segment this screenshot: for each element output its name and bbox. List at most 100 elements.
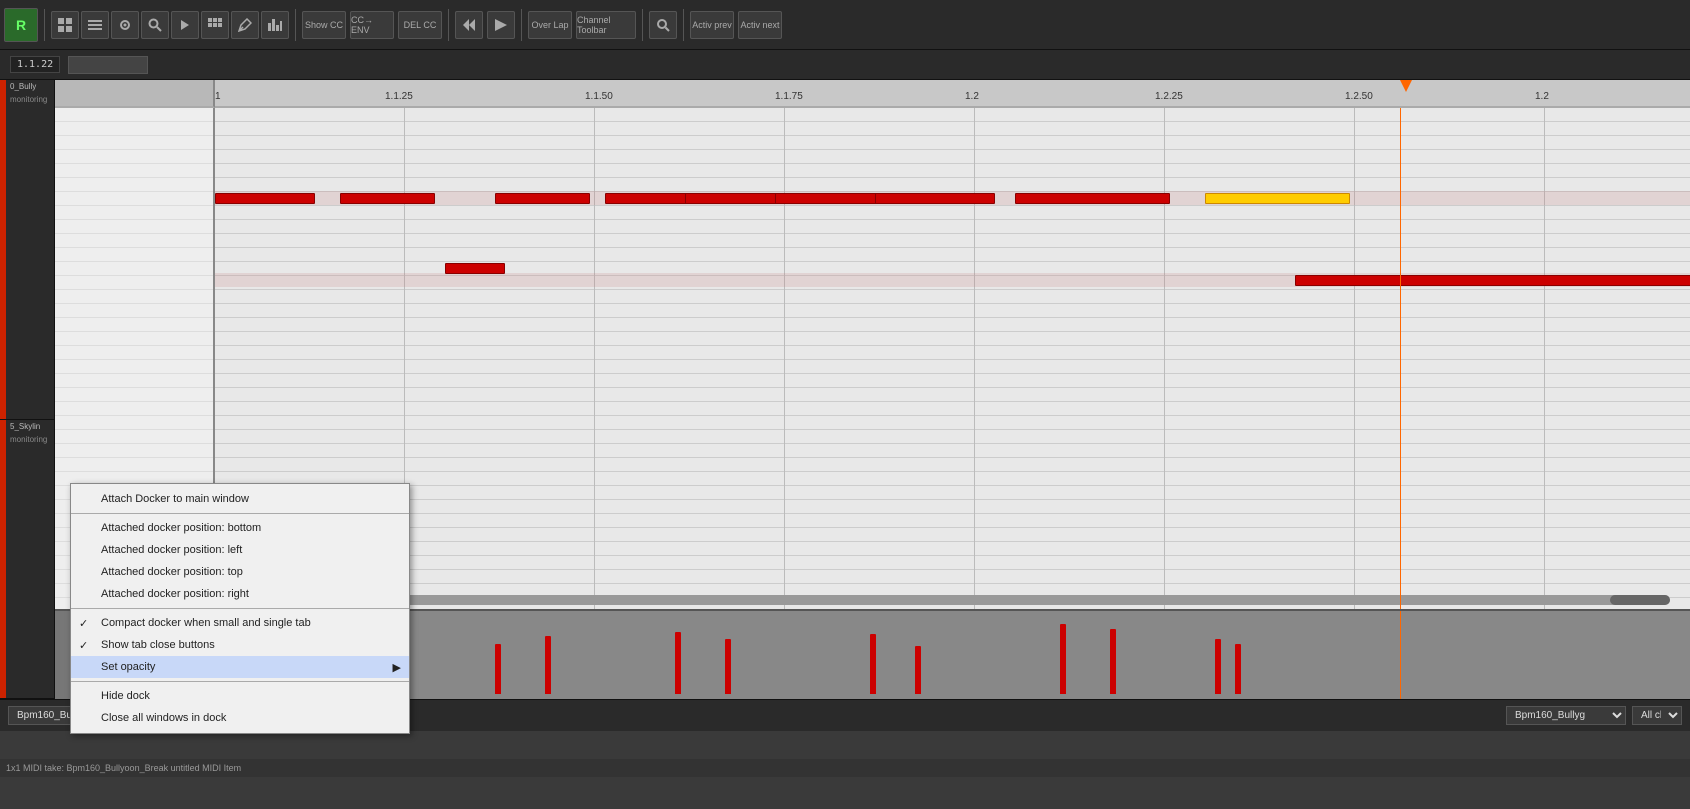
position-bar: 1.1.22 <box>0 50 1690 80</box>
set-opacity-arrow: ▶ <box>393 661 401 674</box>
activ-next-label: Activ next <box>740 20 779 30</box>
show-cc-btn[interactable]: Show CC <box>302 11 346 39</box>
piano-corner <box>55 80 215 108</box>
midi-note-lower-1[interactable] <box>445 263 505 274</box>
scrollbar-track[interactable] <box>215 595 1670 605</box>
context-menu-attach-docker[interactable]: Attach Docker to main window <box>71 488 409 510</box>
vel-bar-9 <box>1060 624 1066 694</box>
context-menu-attach-docker-label: Attach Docker to main window <box>101 493 249 505</box>
toolbar-sep-4 <box>521 9 522 41</box>
context-menu-compact[interactable]: ✓ Compact docker when small and single t… <box>71 612 409 634</box>
midi-note-8[interactable] <box>1015 193 1170 204</box>
context-menu-pos-top[interactable]: Attached docker position: top <box>71 561 409 583</box>
context-menu-close-all-label: Close all windows in dock <box>101 712 226 724</box>
context-menu-pos-left[interactable]: Attached docker position: left <box>71 539 409 561</box>
settings-icon[interactable] <box>111 11 139 39</box>
main-toolbar: R Show CC <box>0 0 1690 50</box>
status-text: 1x1 MIDI take: Bpm160_Bullyoon_Break unt… <box>6 763 241 773</box>
magnify-icon[interactable] <box>649 11 677 39</box>
position-input[interactable] <box>68 56 148 74</box>
activ-prev-label: Activ prev <box>692 20 732 30</box>
velocity-bars-area[interactable] <box>215 611 1690 699</box>
pencil-icon[interactable] <box>231 11 259 39</box>
midi-note-2[interactable] <box>340 193 435 204</box>
toolbar-sep-2 <box>295 9 296 41</box>
cc-env-label: CC→ ENV <box>351 15 393 35</box>
grid-v-lines <box>215 108 1690 609</box>
context-menu-hide-dock-label: Hide dock <box>101 690 150 702</box>
activ-prev-icon[interactable]: Activ prev <box>690 11 734 39</box>
context-menu-close-all[interactable]: Close all windows in dock <box>71 707 409 729</box>
context-menu-show-tabs[interactable]: ✓ Show tab close buttons <box>71 634 409 656</box>
over-lap-btn[interactable]: Over Lap <box>528 11 572 39</box>
activ-next-icon[interactable]: Activ next <box>738 11 782 39</box>
compact-check: ✓ <box>79 617 88 630</box>
context-menu-show-tabs-label: Show tab close buttons <box>101 639 215 651</box>
vel-bar-6 <box>725 639 731 694</box>
ruler-mark-1250: 1.2.50 <box>1345 91 1373 102</box>
list-view-icon[interactable] <box>81 11 109 39</box>
over-lap-icon[interactable]: Over Lap <box>528 11 572 39</box>
midi-note-lower-2[interactable] <box>1295 275 1690 286</box>
ruler-mark-end: 1.2 <box>1535 91 1549 102</box>
over-lap-label: Over Lap <box>531 20 568 30</box>
track-2-monitoring: monitoring <box>0 433 54 446</box>
vel-bar-3 <box>495 644 501 694</box>
all-ch-dropdown[interactable]: All ch <box>1632 706 1682 725</box>
context-menu-sep-2 <box>71 608 409 609</box>
context-menu: Attach Docker to main window Attached do… <box>70 483 410 734</box>
track-2-name: 5_Skylin <box>0 420 54 433</box>
velocity-playhead-line <box>1400 611 1401 699</box>
grid-area[interactable] <box>215 108 1690 609</box>
show-tabs-check: ✓ <box>79 639 88 652</box>
all-channels-dropdown[interactable]: Bpm160_Bullyg <box>1506 706 1626 725</box>
context-menu-pos-right[interactable]: Attached docker position: right <box>71 583 409 605</box>
context-menu-hide-dock[interactable]: Hide dock <box>71 685 409 707</box>
channel-toolbar-icon[interactable]: Channel Toolbar <box>576 11 636 39</box>
toolbar-sep-6 <box>683 9 684 41</box>
vel-bar-7 <box>870 634 876 694</box>
vel-bar-12 <box>1235 644 1241 694</box>
bar-graph-icon[interactable] <box>261 11 289 39</box>
track-2-panel: 5_Skylin monitoring <box>0 420 54 699</box>
track-2-color-strip <box>0 420 6 698</box>
channel-toolbar-btn[interactable]: Channel Toolbar <box>576 11 636 39</box>
rewind-icon[interactable] <box>455 11 483 39</box>
midi-note-9-selected[interactable] <box>1205 193 1350 204</box>
ruler[interactable]: 1 1.1.25 1.1.50 1.1.75 1.2 1.2.25 1.2.50… <box>215 80 1690 108</box>
context-menu-pos-left-label: Attached docker position: left <box>101 544 242 556</box>
matrix-icon[interactable] <box>201 11 229 39</box>
scrollbar-thumb[interactable] <box>1610 595 1670 605</box>
search-icon[interactable] <box>141 11 169 39</box>
view-buttons <box>51 11 289 39</box>
toolbar-sep-5 <box>642 9 643 41</box>
del-cc-btn[interactable]: DEL CC <box>398 11 442 39</box>
position-display[interactable]: 1.1.22 <box>10 56 60 73</box>
show-cc-icon[interactable]: Show CC <box>302 11 346 39</box>
grid-view-icon[interactable] <box>51 11 79 39</box>
cc-env-btn[interactable]: CC→ ENV <box>350 11 394 39</box>
context-menu-sep-3 <box>71 681 409 682</box>
channel-toolbar-label: Channel Toolbar <box>577 15 635 35</box>
context-menu-pos-bottom-label: Attached docker position: bottom <box>101 522 261 534</box>
track-1-name: 0_Bully <box>0 80 54 93</box>
cc-env-icon[interactable]: CC→ ENV <box>350 11 394 39</box>
midi-note-1[interactable] <box>215 193 315 204</box>
track-1-color-strip <box>0 80 6 419</box>
activ-next-btn[interactable]: Activ next <box>738 11 782 39</box>
midi-note-7[interactable] <box>875 193 995 204</box>
actions-icon[interactable] <box>171 11 199 39</box>
midi-note-3[interactable] <box>495 193 590 204</box>
show-cc-label: Show CC <box>305 20 343 30</box>
activ-prev-btn[interactable]: Activ prev <box>690 11 734 39</box>
track-1-monitoring: monitoring <box>0 93 54 106</box>
vel-bar-11 <box>1215 639 1221 694</box>
ruler-mark-1: 1 <box>215 91 221 102</box>
logo-icon[interactable]: R <box>4 8 38 42</box>
context-menu-pos-bottom[interactable]: Attached docker position: bottom <box>71 517 409 539</box>
vel-bar-4 <box>545 636 551 694</box>
context-menu-sep-1 <box>71 513 409 514</box>
del-cc-icon[interactable]: DEL CC <box>398 11 442 39</box>
context-menu-set-opacity[interactable]: Set opacity ▶ <box>71 656 409 678</box>
play-icon[interactable] <box>487 11 515 39</box>
